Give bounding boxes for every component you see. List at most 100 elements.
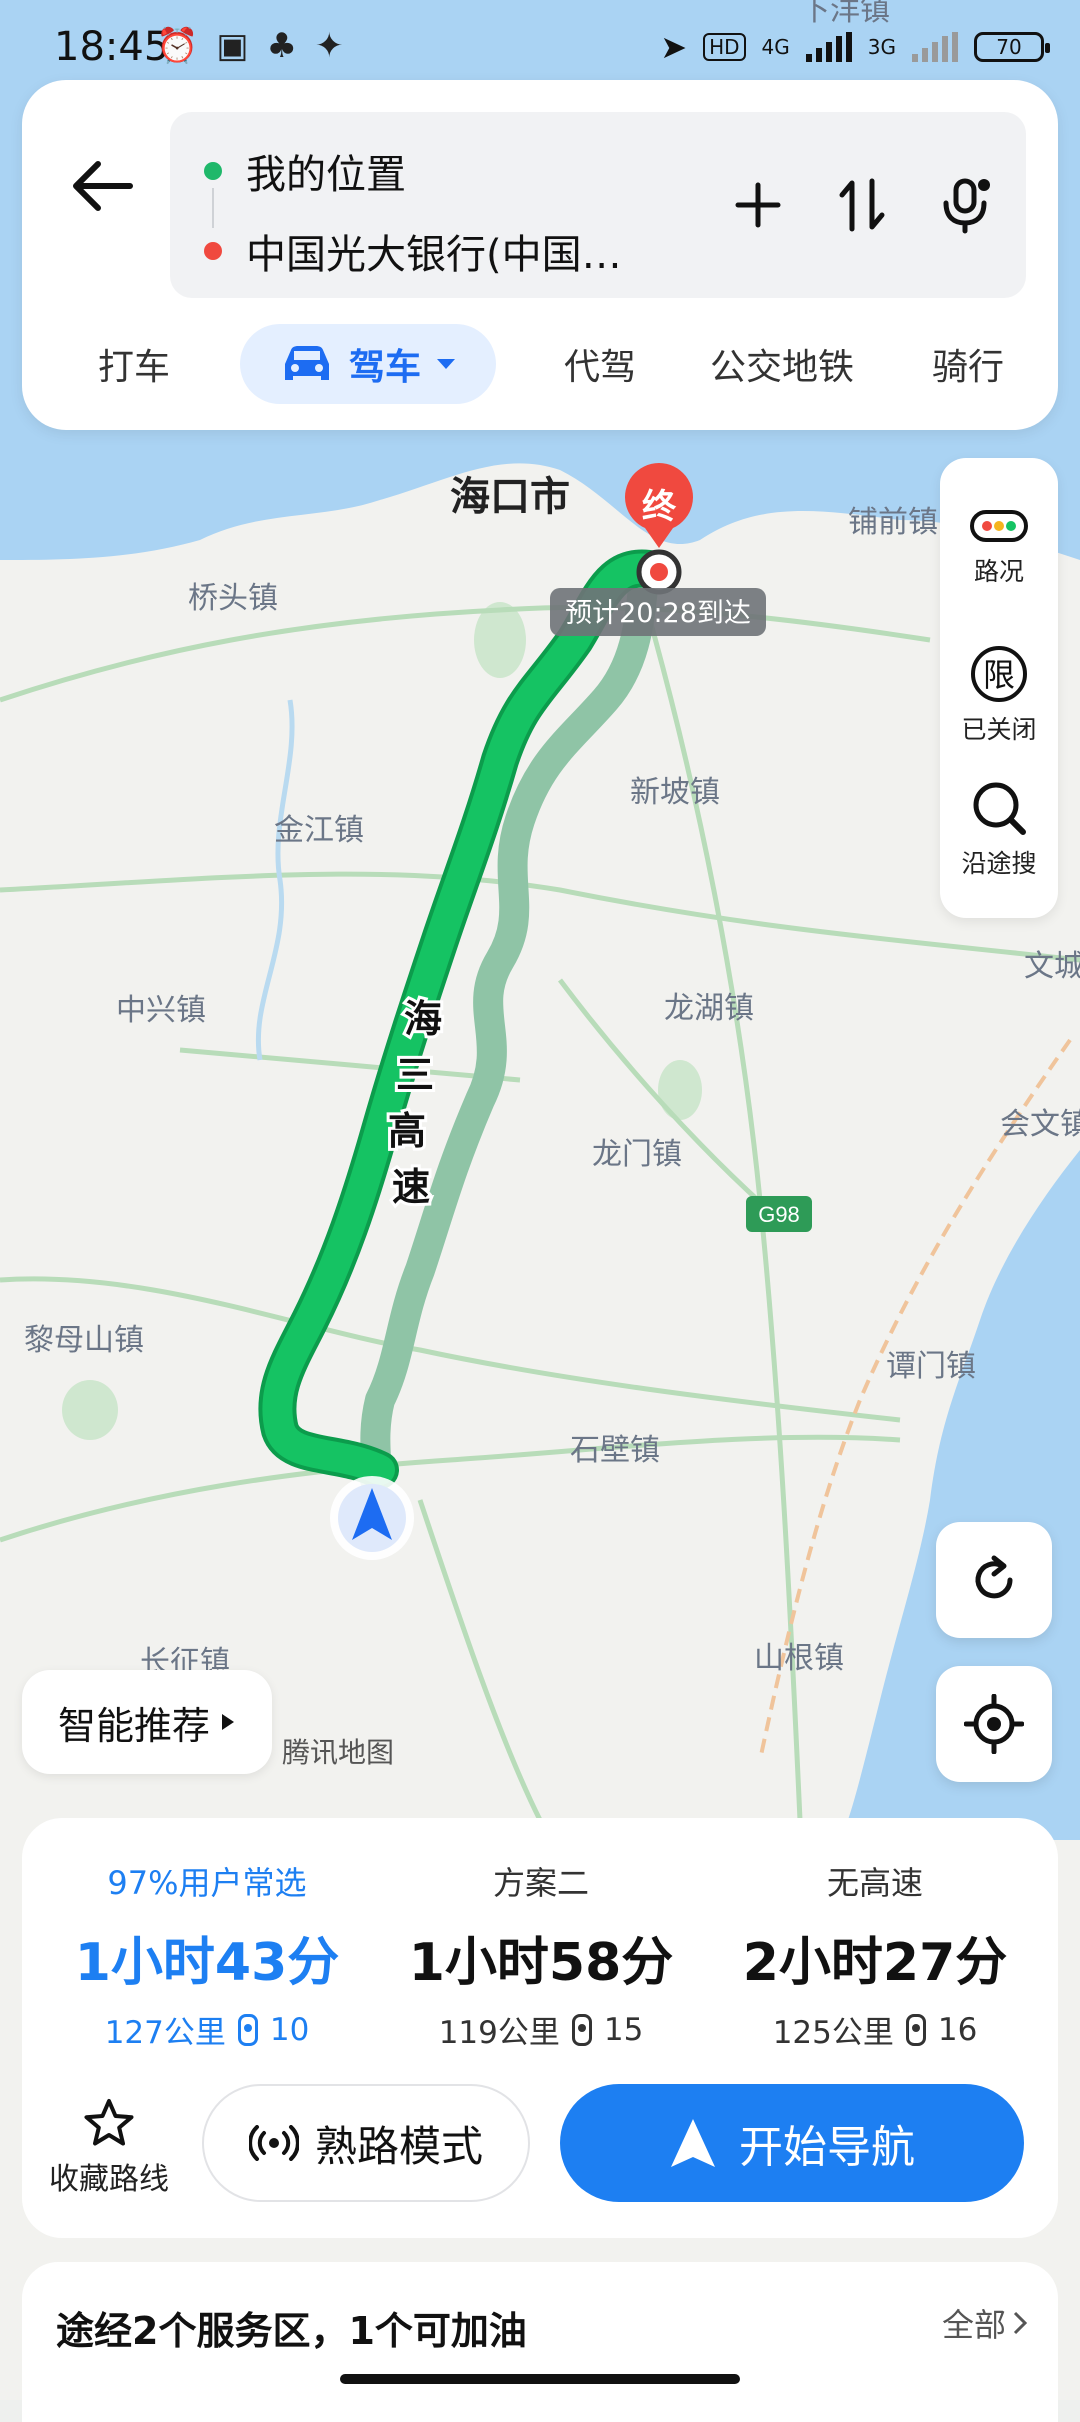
tab-designated-driver[interactable]: 代驾 xyxy=(564,338,636,390)
destination-field[interactable]: 中国光大银行(中国… xyxy=(204,222,622,280)
route-option-meta: 127公里 10 xyxy=(42,2007,372,2052)
place-label: 龙门镇 xyxy=(592,1137,682,1172)
route-option-meta: 125公里 16 xyxy=(710,2007,1040,2052)
route-option-meta: 119公里 15 xyxy=(376,2007,706,2052)
chevron-down-icon xyxy=(437,359,455,369)
traffic-label: 路况 xyxy=(973,557,1024,586)
restriction-label: 已关闭 xyxy=(961,715,1037,744)
route-search-card: 我的位置 中国光大银行(中国… 打车 驾车 代驾 公交地铁 骑行 xyxy=(22,80,1058,430)
back-button[interactable] xyxy=(52,136,152,236)
route-name-char: 高 xyxy=(388,1109,426,1153)
origin-text: 我的位置 xyxy=(246,152,406,198)
home-indicator[interactable] xyxy=(340,2374,740,2384)
traffic-light-count-icon xyxy=(905,2013,926,2046)
place-label: 桥头镇 xyxy=(188,581,278,616)
qq-icon: ♣ xyxy=(266,26,297,66)
route-option-lights: 16 xyxy=(937,2011,978,2048)
back-arrow-icon xyxy=(73,161,133,211)
route-option-lights: 15 xyxy=(603,2011,644,2048)
refresh-button[interactable] xyxy=(936,1522,1052,1638)
refresh-icon xyxy=(975,1555,1013,1599)
smart-recommend-button[interactable]: 智能推荐 xyxy=(22,1670,272,1774)
traffic-toggle[interactable]: 路况 xyxy=(940,506,1058,588)
city-label: 海口市 xyxy=(450,474,570,520)
park-area xyxy=(62,1380,118,1440)
place-label: 中兴镇 xyxy=(116,993,206,1028)
route-option-lights: 10 xyxy=(269,2011,310,2048)
route-option-distance: 119公里 xyxy=(438,2015,560,2051)
traffic-light-count-icon xyxy=(237,2013,258,2046)
restriction-icon: 限 xyxy=(971,646,1027,702)
place-label: 龙湖镇 xyxy=(664,991,754,1026)
restriction-toggle[interactable]: 限 已关闭 xyxy=(940,644,1058,746)
hd-badge: HD xyxy=(703,33,746,61)
smart-recommend-label: 智能推荐 xyxy=(57,1703,210,1748)
nfc-icon: ▣ xyxy=(216,26,249,66)
plus-icon xyxy=(735,182,781,228)
route-option-tag: 方案二 xyxy=(492,1864,589,1902)
service-area-card[interactable]: 途经2个服务区，1个可加油 全部 xyxy=(22,2262,1058,2422)
route-option-2[interactable]: 方案二 1小时58分 119公里 15 xyxy=(376,1858,706,2052)
place-label: 会文镇 xyxy=(1000,1107,1080,1142)
eta-label: 预计20:28到达 xyxy=(565,598,751,629)
route-option-duration: 1小时43分 xyxy=(74,1933,340,1993)
map-watermark: 腾讯地图 xyxy=(282,1736,394,1769)
service-area-text: 途经2个服务区，1个可加油 xyxy=(56,2309,527,2353)
route-option-3[interactable]: 无高速 2小时27分 125公里 16 xyxy=(710,1858,1040,2052)
tab-transit[interactable]: 公交地铁 xyxy=(710,338,854,390)
search-icon xyxy=(973,782,1026,835)
along-search-button[interactable]: 沿途搜 xyxy=(940,778,1058,880)
star-icon xyxy=(84,2099,134,2146)
start-navigation-button[interactable]: 开始导航 xyxy=(560,2084,1024,2202)
place-label: 金江镇 xyxy=(274,813,364,848)
battery-icon: 70 xyxy=(974,32,1050,62)
favorite-route-button[interactable]: 收藏路线 xyxy=(44,2098,174,2198)
route-option-distance: 127公里 xyxy=(104,2015,226,2051)
chevron-right-icon xyxy=(1013,2311,1028,2335)
service-all-link[interactable]: 全部 xyxy=(942,2300,1028,2346)
destination-text: 中国光大银行(中国… xyxy=(246,232,622,278)
location-arrow-icon: ➤ xyxy=(660,28,688,66)
broadcast-icon xyxy=(248,2125,299,2161)
route-option-tag: 97%用户常选 xyxy=(107,1864,307,1902)
tab-taxi[interactable]: 打车 xyxy=(98,338,170,390)
along-search-label: 沿途搜 xyxy=(961,849,1037,878)
origin-field[interactable]: 我的位置 xyxy=(204,142,406,200)
route-option-duration: 2小时27分 xyxy=(742,1933,1008,1993)
voice-button[interactable] xyxy=(936,170,996,240)
favorite-route-label: 收藏路线 xyxy=(49,2162,169,2197)
travel-mode-tabs: 打车 驾车 代驾 公交地铁 骑行 xyxy=(22,324,1058,404)
locate-button[interactable] xyxy=(936,1666,1052,1782)
traffic-light-count-icon xyxy=(571,2013,592,2046)
microphone-icon xyxy=(943,178,990,234)
app-notification-icon: ✦ xyxy=(314,26,344,66)
swap-icon xyxy=(839,178,885,232)
route-input-box: 我的位置 中国光大银行(中国… xyxy=(170,112,1026,298)
alarm-icon: ⏰ xyxy=(156,26,199,66)
route-option-duration: 1小时58分 xyxy=(408,1933,674,1993)
highway-shield-label: G98 xyxy=(758,1202,800,1227)
status-time: 18:45 xyxy=(54,24,170,70)
place-label: 山根镇 xyxy=(754,1641,844,1676)
route-actions xyxy=(728,170,996,240)
place-label: 石壁镇 xyxy=(570,1433,660,1468)
route-name-char: 海 xyxy=(404,997,442,1041)
park-area xyxy=(658,1060,702,1120)
tab-cycling[interactable]: 骑行 xyxy=(932,338,1004,390)
route-name-char: 速 xyxy=(392,1165,430,1209)
signal-4g-icon xyxy=(805,32,852,62)
status-notification-icons: ⏰ ▣ ♣ ✦ xyxy=(156,26,343,66)
signal-3g-icon xyxy=(912,32,958,62)
familiar-mode-button[interactable]: 熟路模式 xyxy=(202,2084,530,2202)
place-label: 新坡镇 xyxy=(630,775,720,810)
tab-drive[interactable]: 驾车 xyxy=(240,324,496,404)
swap-button[interactable] xyxy=(832,170,892,240)
status-right: ➤ HD 4G 3G 70 xyxy=(660,28,1050,66)
chevron-right-icon xyxy=(222,1714,234,1730)
traffic-light-icon xyxy=(970,510,1028,542)
my-location-marker xyxy=(330,1476,414,1560)
end-marker-label: 终 xyxy=(642,487,677,527)
start-navigation-label: 开始导航 xyxy=(739,2122,915,2173)
route-option-1[interactable]: 97%用户常选 1小时43分 127公里 10 xyxy=(42,1858,372,2052)
add-waypoint-button[interactable] xyxy=(728,170,788,240)
